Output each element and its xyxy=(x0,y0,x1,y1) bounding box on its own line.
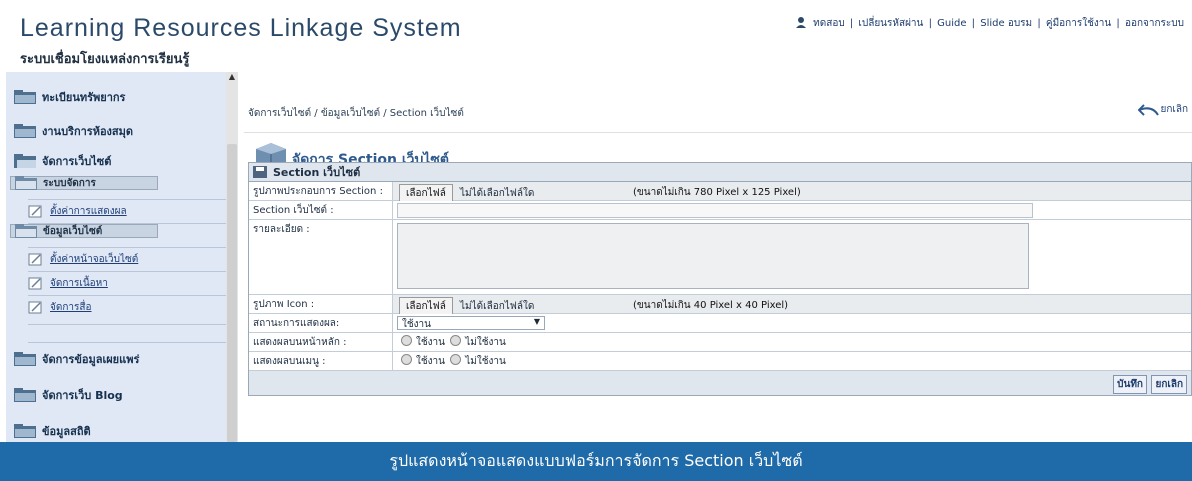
top-nav: ทดสอบ | เปลี่ยนรหัสผ่าน | Guide | Slide … xyxy=(795,16,1186,31)
sidebar-item-stats[interactable]: ข้อมูลสถิติ xyxy=(14,418,228,442)
user-icon xyxy=(796,17,807,28)
detail-textarea[interactable] xyxy=(397,223,1029,289)
app-title: Learning Resources Linkage System xyxy=(20,14,462,42)
nav-logout[interactable]: ออกจากระบบ xyxy=(1125,18,1184,29)
save-disk-icon xyxy=(253,166,267,178)
sidebar-sub-screen-settings[interactable]: ตั้งค่าหน้าจอเว็บไซต์ xyxy=(28,248,228,270)
menu-off-radio[interactable] xyxy=(450,354,462,365)
figure-caption: รูปแสดงหน้าจอแสดงแบบฟอร์มการจัดการ Secti… xyxy=(0,442,1192,481)
form-footer: บันทึก ยกเลิก xyxy=(249,371,1191,395)
row-status: สถานะการแสดงผล: ใช้งาน ▼ xyxy=(249,314,1191,333)
row-detail: รายละเอียด : xyxy=(249,220,1191,295)
sidebar-sub-content[interactable]: จัดการเนื้อหา xyxy=(28,272,228,294)
folder-icon xyxy=(14,90,36,104)
app-subtitle: ระบบเชื่อมโยงแหล่งการเรียนรู้ xyxy=(20,52,190,67)
undo-arrow-icon xyxy=(1138,103,1160,116)
edit-doc-icon xyxy=(28,253,44,266)
icon-size-hint: (ขนาดไม่เกิน 40 Pixel x 40 Pixel) xyxy=(633,300,789,311)
undo-button[interactable]: ยกเลิก xyxy=(1138,102,1188,117)
nav-slide[interactable]: Slide อบรม xyxy=(980,18,1032,29)
row-show-menu: แสดงผลบนเมนู : ใช้งาน ไม่ใช้งาน xyxy=(249,352,1191,371)
folder-open-icon xyxy=(14,154,36,168)
status-select[interactable]: ใช้งาน ▼ xyxy=(397,316,545,330)
row-icon: รูปภาพ Icon : เลือกไฟล์ ไม่ได้เลือกไฟล์ใ… xyxy=(249,295,1191,316)
no-icon-file-text: ไม่ได้เลือกไฟล์ใด xyxy=(460,301,535,312)
form-header: Section เว็บไซต์ xyxy=(249,163,1191,182)
sidebar-item-website[interactable]: จัดการเว็บไซต์ xyxy=(14,148,228,174)
row-show-home: แสดงผลบนหน้าหลัก : ใช้งาน ไม่ใช้งาน xyxy=(249,333,1191,352)
sidebar-scroll-thumb[interactable] xyxy=(227,144,237,442)
home-on-radio[interactable] xyxy=(401,335,412,346)
nav-user[interactable]: ทดสอบ xyxy=(813,18,845,29)
nav-guide[interactable]: Guide xyxy=(937,18,966,29)
sidebar-sub-media[interactable]: จัดการสื่อ xyxy=(28,296,228,318)
home-off-radio[interactable] xyxy=(450,335,462,346)
sidebar-item-blog[interactable]: จัดการเว็บ Blog xyxy=(14,382,228,408)
section-name-input[interactable] xyxy=(397,203,1033,218)
nav-manual[interactable]: คู่มือการใช้งาน xyxy=(1046,18,1111,29)
no-file-text: ไม่ได้เลือกไฟล์ใด xyxy=(460,188,535,199)
folder-icon xyxy=(14,424,36,438)
edit-doc-icon xyxy=(28,301,44,314)
section-form: Section เว็บไซต์ รูปภาพประกอบการ Section… xyxy=(248,162,1192,396)
sidebar-item-publish[interactable]: จัดการข้อมูลเผยแพร่ xyxy=(14,346,228,372)
folder-icon xyxy=(14,388,36,402)
main-content: จัดการเว็บไซต์ / ข้อมูลเว็บไซต์ / Sectio… xyxy=(238,72,1192,442)
sidebar-sub-system[interactable]: ระบบจัดการ xyxy=(10,176,158,190)
sidebar-item-resources[interactable]: ทะเบียนทรัพยากร xyxy=(14,84,228,110)
breadcrumb[interactable]: จัดการเว็บไซต์ / ข้อมูลเว็บไซต์ / Sectio… xyxy=(248,106,464,121)
edit-doc-icon xyxy=(28,205,44,218)
sidebar-item-library[interactable]: งานบริการห้องสมุด xyxy=(14,118,228,144)
edit-doc-icon xyxy=(28,277,44,290)
folder-icon xyxy=(15,224,37,238)
menu-on-radio[interactable] xyxy=(401,354,412,365)
folder-icon xyxy=(14,124,36,138)
nav-change-password[interactable]: เปลี่ยนรหัสผ่าน xyxy=(858,18,923,29)
image-size-hint: (ขนาดไม่เกิน 780 Pixel x 125 Pixel) xyxy=(633,187,801,198)
scroll-up-arrow-icon[interactable]: ▲ xyxy=(228,72,236,82)
sidebar-sub-display[interactable]: ตั้งค่าการแสดงผล xyxy=(28,200,228,222)
chevron-down-icon: ▼ xyxy=(533,317,540,326)
row-section-name: Section เว็บไซต์ : xyxy=(249,201,1191,220)
header: Learning Resources Linkage System ระบบเช… xyxy=(0,0,1192,72)
sidebar: ทะเบียนทรัพยากร งานบริการห้องสมุด จัดการ… xyxy=(6,72,239,442)
folder-icon xyxy=(14,352,36,366)
row-section-image: รูปภาพประกอบการ Section : เลือกไฟล์ ไม่ไ… xyxy=(249,182,1191,203)
cancel-button[interactable]: ยกเลิก xyxy=(1151,375,1187,394)
sidebar-sub-website-data[interactable]: ข้อมูลเว็บไซต์ xyxy=(10,224,158,238)
save-button[interactable]: บันทึก xyxy=(1113,375,1147,394)
folder-icon xyxy=(15,176,37,190)
